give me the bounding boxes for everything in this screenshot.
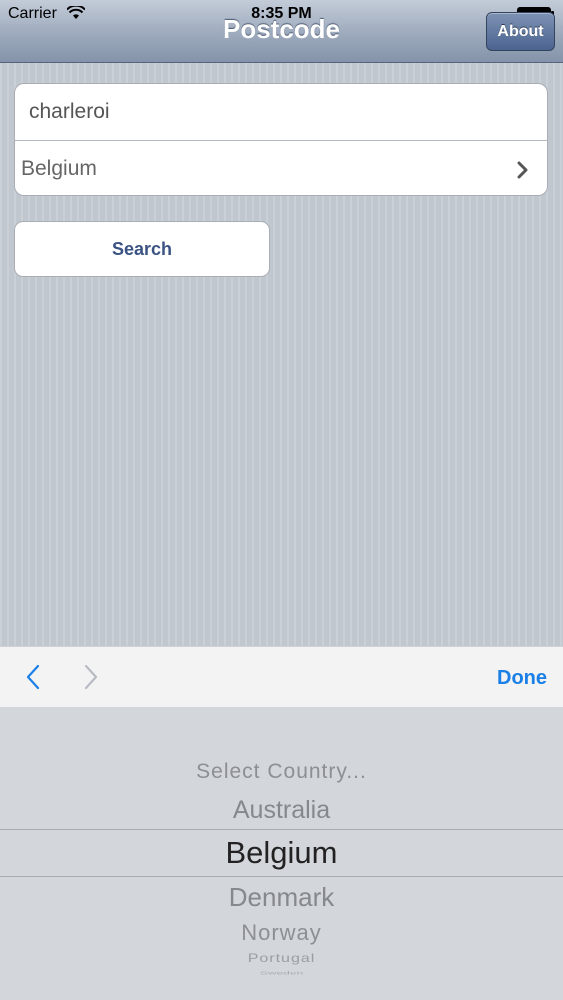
navigation-bar: Carrier 8:35 PM Postcode About — [0, 0, 563, 63]
picker-option[interactable]: Norway — [0, 920, 563, 946]
input-accessory-toolbar: Done — [0, 646, 563, 708]
about-button[interactable]: About — [486, 12, 555, 51]
country-value: Belgium — [21, 157, 97, 180]
picker-option[interactable]: Denmark — [0, 882, 563, 913]
next-field-icon[interactable] — [82, 664, 100, 690]
previous-field-icon[interactable] — [24, 664, 42, 690]
picker-option[interactable]: Portugal — [0, 952, 563, 966]
page-title: Postcode — [222, 14, 341, 44]
search-form-group: Belgium — [14, 83, 548, 196]
picker-option-selected[interactable]: Belgium — [0, 835, 563, 871]
city-input[interactable] — [15, 84, 547, 140]
country-picker[interactable]: Select Country... Australia Belgium Denm… — [0, 707, 563, 1000]
picker-option[interactable]: Australia — [0, 796, 563, 825]
picker-selection-bottom-line — [0, 876, 563, 877]
picker-option[interactable]: Sweden — [0, 970, 563, 976]
search-button[interactable]: Search — [14, 221, 270, 277]
picker-option[interactable]: Select Country... — [0, 760, 563, 784]
done-button[interactable]: Done — [497, 667, 547, 690]
picker-selection-top-line — [0, 829, 563, 830]
chevron-right-icon — [517, 161, 528, 179]
country-selector[interactable]: Belgium — [15, 141, 547, 195]
main-content: Belgium Search — [0, 63, 563, 646]
